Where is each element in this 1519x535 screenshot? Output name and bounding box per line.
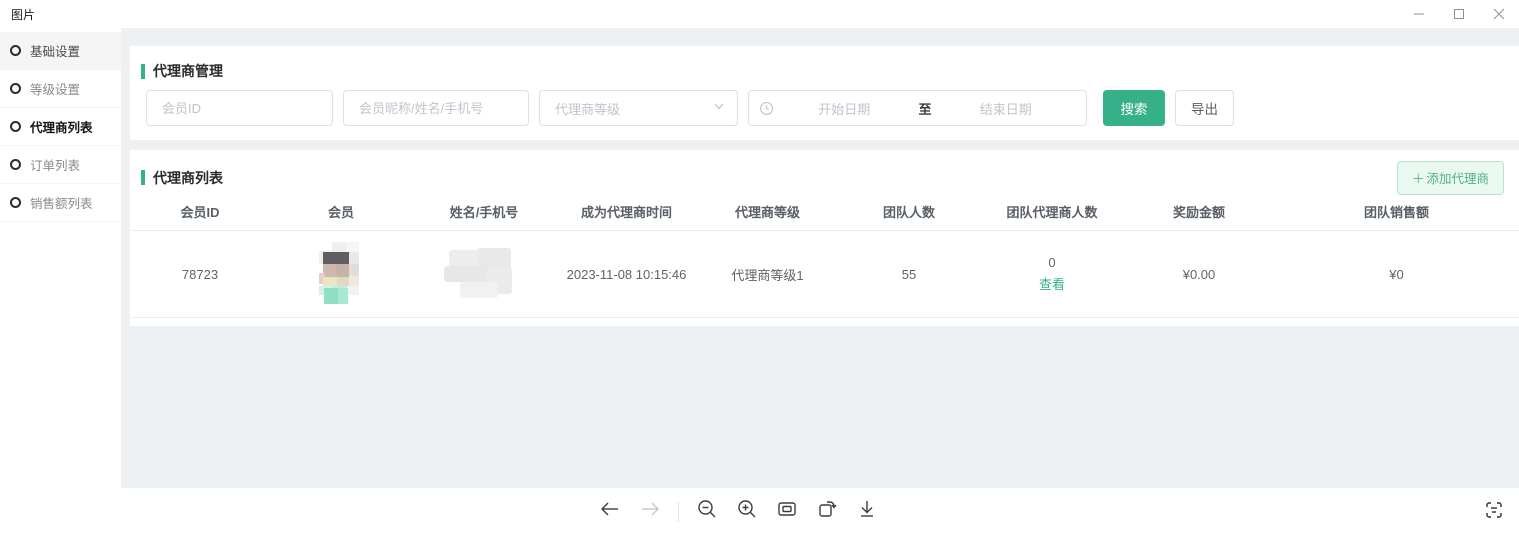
- arrow-right-icon: [639, 498, 661, 525]
- titlebar: 图片: [0, 0, 1519, 28]
- cell-level: 代理商等级1: [697, 265, 838, 284]
- photos-app-window: 图片 基础设置 等级设置 代理商列表: [0, 0, 1519, 535]
- section-title-text: 代理商管理: [153, 61, 223, 81]
- close-button[interactable]: [1479, 0, 1519, 28]
- col-header-level: 代理商等级: [697, 202, 838, 221]
- sidebar-item-sales-list[interactable]: 销售额列表: [0, 184, 121, 222]
- minimize-button[interactable]: [1399, 0, 1439, 28]
- close-icon: [1493, 8, 1505, 20]
- zoom-in-button[interactable]: [735, 500, 759, 524]
- chevron-down-icon: [713, 99, 725, 117]
- col-header-team-size: 团队人数: [838, 202, 980, 221]
- date-range-picker[interactable]: 开始日期 至 结束日期: [748, 90, 1087, 126]
- blurred-text: [444, 248, 524, 300]
- arrow-left-icon: [599, 498, 621, 525]
- circle-icon: [10, 159, 21, 170]
- col-header-member-id: 会员ID: [130, 202, 270, 221]
- cell-team-size: 55: [838, 267, 980, 282]
- viewer-tool-group: [598, 488, 879, 535]
- cell-member-id: 78723: [130, 267, 270, 282]
- cell-name-phone-blurred: [412, 248, 556, 300]
- zoom-out-icon: [696, 498, 718, 525]
- cell-team-agents: 0 查看: [980, 255, 1124, 293]
- minimize-icon: [1413, 8, 1425, 20]
- accent-bar: [141, 170, 145, 185]
- sidebar-item-label: 订单列表: [30, 155, 80, 174]
- export-button[interactable]: 导出: [1175, 90, 1234, 126]
- circle-icon: [10, 45, 21, 56]
- end-date-placeholder: 结束日期: [936, 99, 1077, 118]
- fit-to-window-button[interactable]: [775, 500, 799, 524]
- sidebar-item-order-list[interactable]: 订单列表: [0, 146, 121, 184]
- zoom-out-button[interactable]: [695, 500, 719, 524]
- agent-management-card: 代理商管理 代理商等级 开始日期: [130, 46, 1519, 140]
- list-header: 代理商列表 ＋ 添加代理商: [130, 150, 1519, 193]
- filter-row: 代理商等级 开始日期 至 结束日期 搜索 导出: [130, 90, 1519, 126]
- col-header-name-phone: 姓名/手机号: [412, 202, 556, 221]
- sidebar-item-level-settings[interactable]: 等级设置: [0, 70, 121, 108]
- col-header-member: 会员: [270, 202, 412, 221]
- zoom-in-icon: [736, 498, 758, 525]
- sidebar: 基础设置 等级设置 代理商列表 订单列表 销售额列表: [0, 28, 121, 488]
- download-button[interactable]: [855, 500, 879, 524]
- toolbar-divider: [678, 502, 679, 522]
- col-header-join-time: 成为代理商时间: [556, 202, 697, 221]
- rotate-icon: [816, 498, 838, 525]
- scan-text-button[interactable]: [1481, 499, 1507, 525]
- table-header-row: 会员ID 会员 姓名/手机号 成为代理商时间 代理商等级 团队人数 团队代理商人…: [130, 193, 1519, 231]
- scan-text-icon: [1484, 500, 1504, 525]
- select-placeholder: 代理商等级: [555, 99, 713, 118]
- col-header-team-agents: 团队代理商人数: [980, 202, 1124, 221]
- cell-reward: ¥0.00: [1124, 267, 1274, 282]
- view-link[interactable]: 查看: [1039, 274, 1065, 293]
- team-agents-count: 0: [1048, 255, 1055, 270]
- search-button[interactable]: 搜索: [1103, 90, 1165, 126]
- start-date-placeholder: 开始日期: [774, 99, 915, 118]
- member-id-input[interactable]: [146, 90, 333, 126]
- cell-team-sales: ¥0: [1274, 267, 1519, 282]
- window-controls: [1399, 0, 1519, 28]
- back-button[interactable]: [598, 500, 622, 524]
- sidebar-item-label: 基础设置: [30, 41, 80, 60]
- agent-level-select[interactable]: 代理商等级: [539, 90, 738, 126]
- member-name-input[interactable]: [343, 90, 529, 126]
- section-title-agent-management: 代理商管理: [130, 46, 1519, 81]
- circle-icon: [10, 197, 21, 208]
- viewer-toolbar: [0, 488, 1519, 535]
- section-title-text: 代理商列表: [153, 168, 223, 188]
- download-icon: [856, 498, 878, 525]
- clock-icon: [759, 101, 774, 116]
- maximize-button[interactable]: [1439, 0, 1479, 28]
- add-agent-label: 添加代理商: [1427, 168, 1490, 187]
- circle-icon: [10, 121, 21, 132]
- table-row: 78723: [130, 231, 1519, 318]
- sidebar-item-label: 等级设置: [30, 79, 80, 98]
- sidebar-item-label: 销售额列表: [30, 193, 93, 212]
- rotate-button[interactable]: [815, 500, 839, 524]
- fit-to-window-icon: [776, 498, 798, 525]
- forward-button[interactable]: [638, 500, 662, 524]
- accent-bar: [141, 64, 145, 79]
- main-content: 代理商管理 代理商等级 开始日期: [121, 28, 1519, 488]
- circle-icon: [10, 83, 21, 94]
- plus-icon: ＋: [1412, 168, 1425, 187]
- window-title: 图片: [11, 6, 35, 23]
- date-separator: 至: [915, 99, 936, 118]
- col-header-team-sales: 团队销售额: [1274, 202, 1519, 221]
- add-agent-button[interactable]: ＋ 添加代理商: [1397, 161, 1504, 195]
- screenshot-image: 基础设置 等级设置 代理商列表 订单列表 销售额列表: [0, 28, 1519, 488]
- cell-join-time: 2023-11-08 10:15:46: [556, 267, 697, 282]
- sidebar-item-basic-settings[interactable]: 基础设置: [0, 32, 121, 70]
- maximize-icon: [1453, 8, 1465, 20]
- cell-member-avatar: [270, 242, 412, 307]
- sidebar-item-agent-list[interactable]: 代理商列表: [0, 108, 121, 146]
- avatar: [319, 242, 363, 307]
- sidebar-item-label: 代理商列表: [30, 117, 93, 136]
- col-header-reward: 奖励金额: [1124, 202, 1274, 221]
- section-title-agent-list: 代理商列表: [130, 168, 223, 188]
- agent-list-card: 代理商列表 ＋ 添加代理商 会员ID 会员 姓名/手机号 成为代理商时间 代理商…: [130, 150, 1519, 326]
